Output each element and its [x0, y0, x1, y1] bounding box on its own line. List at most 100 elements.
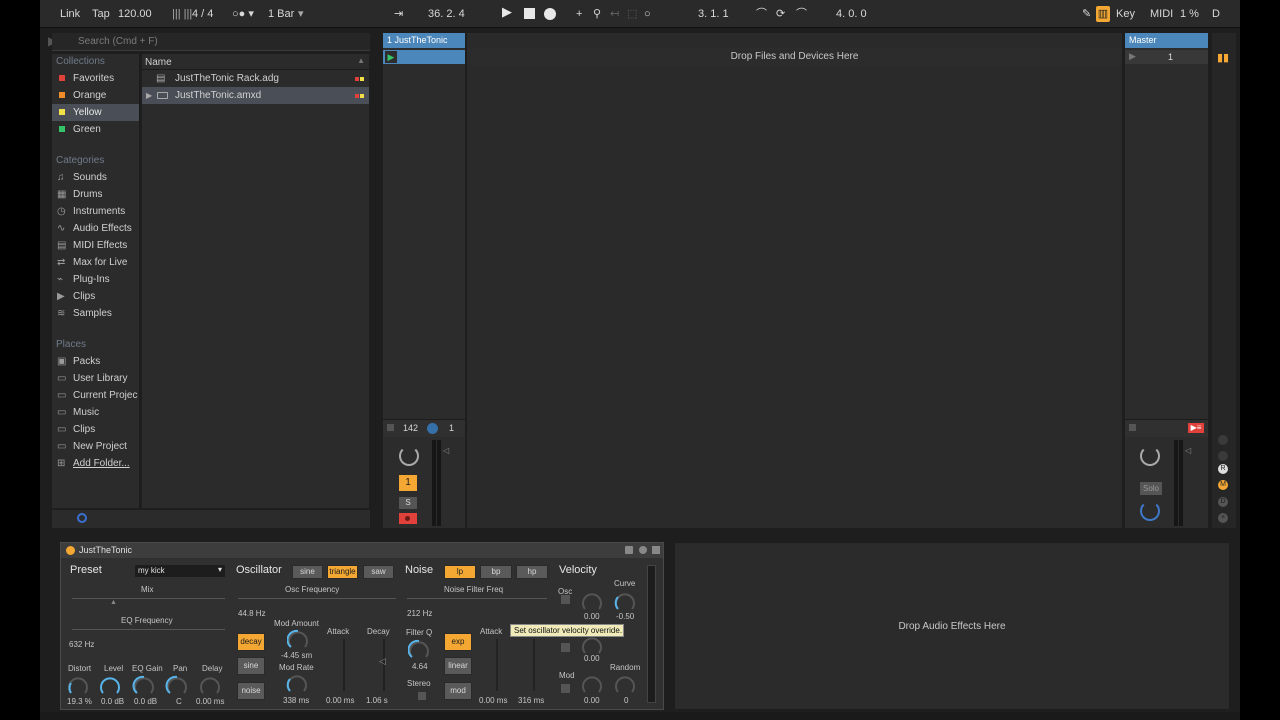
place-item[interactable]: ▭ Music — [52, 404, 139, 421]
time-signature[interactable]: 4 / 4 — [192, 6, 213, 22]
clip-play-icon[interactable]: ▶ — [385, 51, 397, 63]
mod-decay-button[interactable]: decay — [237, 633, 265, 651]
filter-hp-button[interactable]: hp — [516, 565, 548, 579]
eq-frequency-slider[interactable] — [72, 629, 225, 630]
automation-arm-icon[interactable]: ⚲ — [593, 6, 601, 22]
category-item[interactable]: ⇄ Max for Live — [52, 254, 139, 271]
volume-slider-icon[interactable]: ◁ — [443, 446, 449, 455]
vel-mod-knob[interactable] — [581, 674, 603, 696]
place-item[interactable]: ▭ User Library — [52, 370, 139, 387]
io-toggle-icon[interactable] — [1218, 435, 1228, 445]
track-header[interactable]: 1 JustTheTonic — [383, 33, 465, 48]
bottom-knobs[interactable] — [65, 673, 235, 697]
mixer-toggle-icon[interactable]: ▮▮ — [1217, 51, 1229, 65]
drop-files-area[interactable]: Drop Files and Devices Here — [467, 48, 1122, 65]
chevron-down-icon[interactable]: ▾ — [298, 6, 304, 22]
collection-item[interactable]: Favorites — [52, 70, 139, 87]
file-row[interactable]: ▤ JustTheTonic Rack.adg — [142, 70, 369, 87]
master-volume-icon[interactable]: ◁ — [1185, 446, 1191, 455]
mod-noise-button[interactable]: noise — [237, 682, 265, 700]
capture-icon[interactable]: ⬚ — [627, 6, 637, 22]
random-knob[interactable] — [614, 674, 636, 696]
category-item[interactable]: ♫ Sounds — [52, 169, 139, 186]
osc-saw-button[interactable]: saw — [363, 565, 394, 579]
record-icon[interactable] — [544, 8, 556, 20]
tap-button[interactable]: Tap — [92, 6, 110, 22]
place-item[interactable]: ▭ Clips — [52, 421, 139, 438]
crossfade-icon[interactable]: ▶≡ — [1188, 423, 1204, 433]
cue-volume-knob[interactable] — [1140, 501, 1160, 521]
tempo-field[interactable]: 120.00 — [118, 6, 152, 22]
category-item[interactable]: ▤ MIDI Effects — [52, 237, 139, 254]
noise-attack-slider[interactable] — [496, 639, 498, 691]
osc-sine-button[interactable]: sine — [292, 565, 323, 579]
arm-button[interactable] — [399, 513, 417, 524]
scene-launch[interactable]: ▶ 1 — [1125, 50, 1208, 64]
vel-osc-toggle[interactable] — [561, 595, 570, 604]
device-scrollbar[interactable] — [647, 565, 656, 703]
scene-play-icon[interactable]: ▶ — [1129, 51, 1136, 62]
place-item[interactable]: ⊞ Add Folder... — [52, 455, 139, 472]
monitor-icon[interactable] — [427, 423, 438, 434]
device-hotswap-icon[interactable] — [639, 546, 647, 554]
key-map-button[interactable]: Key — [1116, 6, 1135, 22]
loop-switch-icon[interactable]: ⟳ — [776, 6, 785, 22]
preset-select[interactable]: my kick ▾ — [135, 565, 225, 577]
mod-rate-knob[interactable] — [286, 673, 308, 695]
master-solo-button[interactable]: Solo — [1140, 482, 1162, 495]
crossfader-section-icon[interactable]: × — [1218, 513, 1228, 523]
clip-slot[interactable]: ▶ — [383, 50, 465, 64]
midi-map-button[interactable]: MIDI — [1150, 6, 1173, 22]
quantize-select[interactable]: 1 Bar — [268, 6, 294, 22]
device-save-icon[interactable] — [652, 546, 660, 554]
preview-icon[interactable] — [77, 513, 87, 523]
punch-in-icon[interactable]: ⌒ — [756, 6, 767, 22]
mod-sine-button[interactable]: sine — [237, 657, 265, 675]
vel-mod-toggle[interactable] — [561, 684, 570, 693]
search-input[interactable]: Search (Cmd + F) — [52, 33, 370, 51]
overdub-icon[interactable]: + — [576, 6, 582, 22]
env-mod-button[interactable]: mod — [444, 682, 472, 700]
mix-slider-handle[interactable]: ▲ — [110, 599, 117, 606]
osc-attack-slider[interactable] — [343, 639, 345, 691]
mod-amount-knob[interactable] — [287, 629, 309, 651]
collection-item[interactable]: Green — [52, 121, 139, 138]
file-row-selected[interactable]: ▶ JustTheTonic.amxd — [142, 87, 369, 104]
play-icon[interactable]: ▶ — [502, 4, 512, 20]
stop-icon[interactable] — [524, 8, 535, 19]
stop-clip-icon[interactable] — [387, 424, 394, 431]
stop-all-clips-icon[interactable] — [1129, 424, 1136, 431]
curve-knob[interactable] — [614, 591, 636, 613]
noise-decay-slider[interactable] — [533, 639, 535, 691]
vel-mid-toggle[interactable] — [561, 643, 570, 652]
punch-out-icon[interactable]: ⌒ — [796, 6, 807, 22]
filter-bp-button[interactable]: bp — [480, 565, 512, 579]
master-track-header[interactable]: Master — [1125, 33, 1208, 48]
collection-item[interactable]: Yellow — [52, 104, 139, 121]
env-exp-button[interactable]: exp — [444, 633, 472, 651]
category-item[interactable]: ▶ Clips — [52, 288, 139, 305]
audio-effects-drop-zone[interactable]: Drop Audio Effects Here — [674, 542, 1230, 710]
name-column-header[interactable]: Name ▲ — [142, 54, 369, 70]
delay-section-icon[interactable]: D — [1218, 497, 1228, 507]
follow-icon[interactable]: ⇥ — [394, 6, 403, 22]
vel-osc-knob[interactable] — [581, 591, 603, 613]
pan-knob[interactable] — [399, 446, 419, 466]
place-item[interactable]: ▭ Current Projec — [52, 387, 139, 404]
category-item[interactable]: ≋ Samples — [52, 305, 139, 322]
back-to-arrangement-icon[interactable]: ↤ — [610, 6, 619, 22]
stereo-toggle[interactable] — [418, 692, 426, 700]
sends-toggle-icon[interactable] — [1218, 451, 1228, 461]
osc-decay-handle[interactable]: ◁ — [379, 656, 386, 667]
category-item[interactable]: ◷ Instruments — [52, 203, 139, 220]
category-item[interactable]: ⌁ Plug-Ins — [52, 271, 139, 288]
link-button[interactable]: Link — [60, 6, 80, 22]
song-position[interactable]: 36. 2. 4 — [428, 6, 465, 22]
category-item[interactable]: ∿ Audio Effects — [52, 220, 139, 237]
loop-start[interactable]: 3. 1. 1 — [698, 6, 729, 22]
loop-length[interactable]: 4. 0. 0 — [836, 6, 867, 22]
collection-item[interactable]: Orange — [52, 87, 139, 104]
track-activator-button[interactable]: 1 — [399, 475, 417, 491]
expand-arrow-icon[interactable]: ▶ — [146, 87, 152, 104]
category-item[interactable]: ▦ Drums — [52, 186, 139, 203]
